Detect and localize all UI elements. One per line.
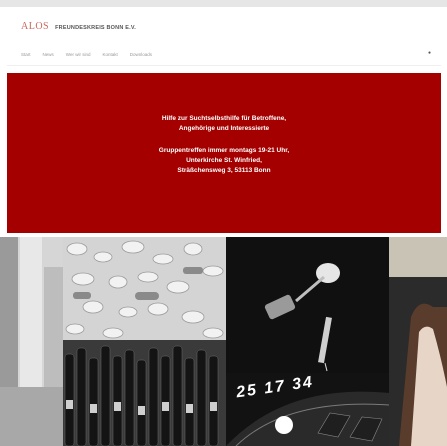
roulette-photo: 25 17 34 [226,373,389,446]
banner-meeting-1: Gruppentreffen immer montags 19-21 Uhr, [158,147,290,154]
portrait-photo [389,237,447,446]
info-banner: Hilfe zur Suchtselbsthilfe für Betroffen… [7,73,441,233]
nav-item-start[interactable]: Start [21,52,31,57]
browser-top-bar [0,0,447,7]
site-logo[interactable]: ALOS FREUNDESKREIS BONN E.V. [21,21,136,32]
logo-mark: ALOS [21,21,50,32]
banner-meeting-2: Unterkirche St. Winfried, [186,157,262,164]
nav-item-wer-wir-sind[interactable]: Wer wir sind [66,52,91,57]
street-photo [0,237,63,446]
nav-item-downloads[interactable]: Downloads [130,52,152,57]
image-gallery: 25 17 34 [0,237,447,446]
pills-photo [63,237,226,340]
nav-item-kontakt[interactable]: Kontakt [102,52,117,57]
nav-item-news[interactable]: News [43,52,54,57]
banner-headline-1: Hilfe zur Suchtselbsthilfe für Betroffen… [161,115,287,122]
site-header: ALOS FREUNDESKREIS BONN E.V. Start News … [7,7,441,68]
logo-text: FREUNDESKREIS BONN E.V. [55,25,136,31]
banner-address: Sträßchensweg 3, 53113 Bonn [177,167,271,174]
header-divider [7,65,441,66]
drugs-photo [226,237,389,373]
main-nav: Start News Wer wir sind Kontakt Download… [21,52,152,57]
banner-headline-2: Angehörige und Interessierte [178,125,270,132]
rss-icon[interactable]: ● [428,50,431,56]
bottles-photo [63,340,226,446]
